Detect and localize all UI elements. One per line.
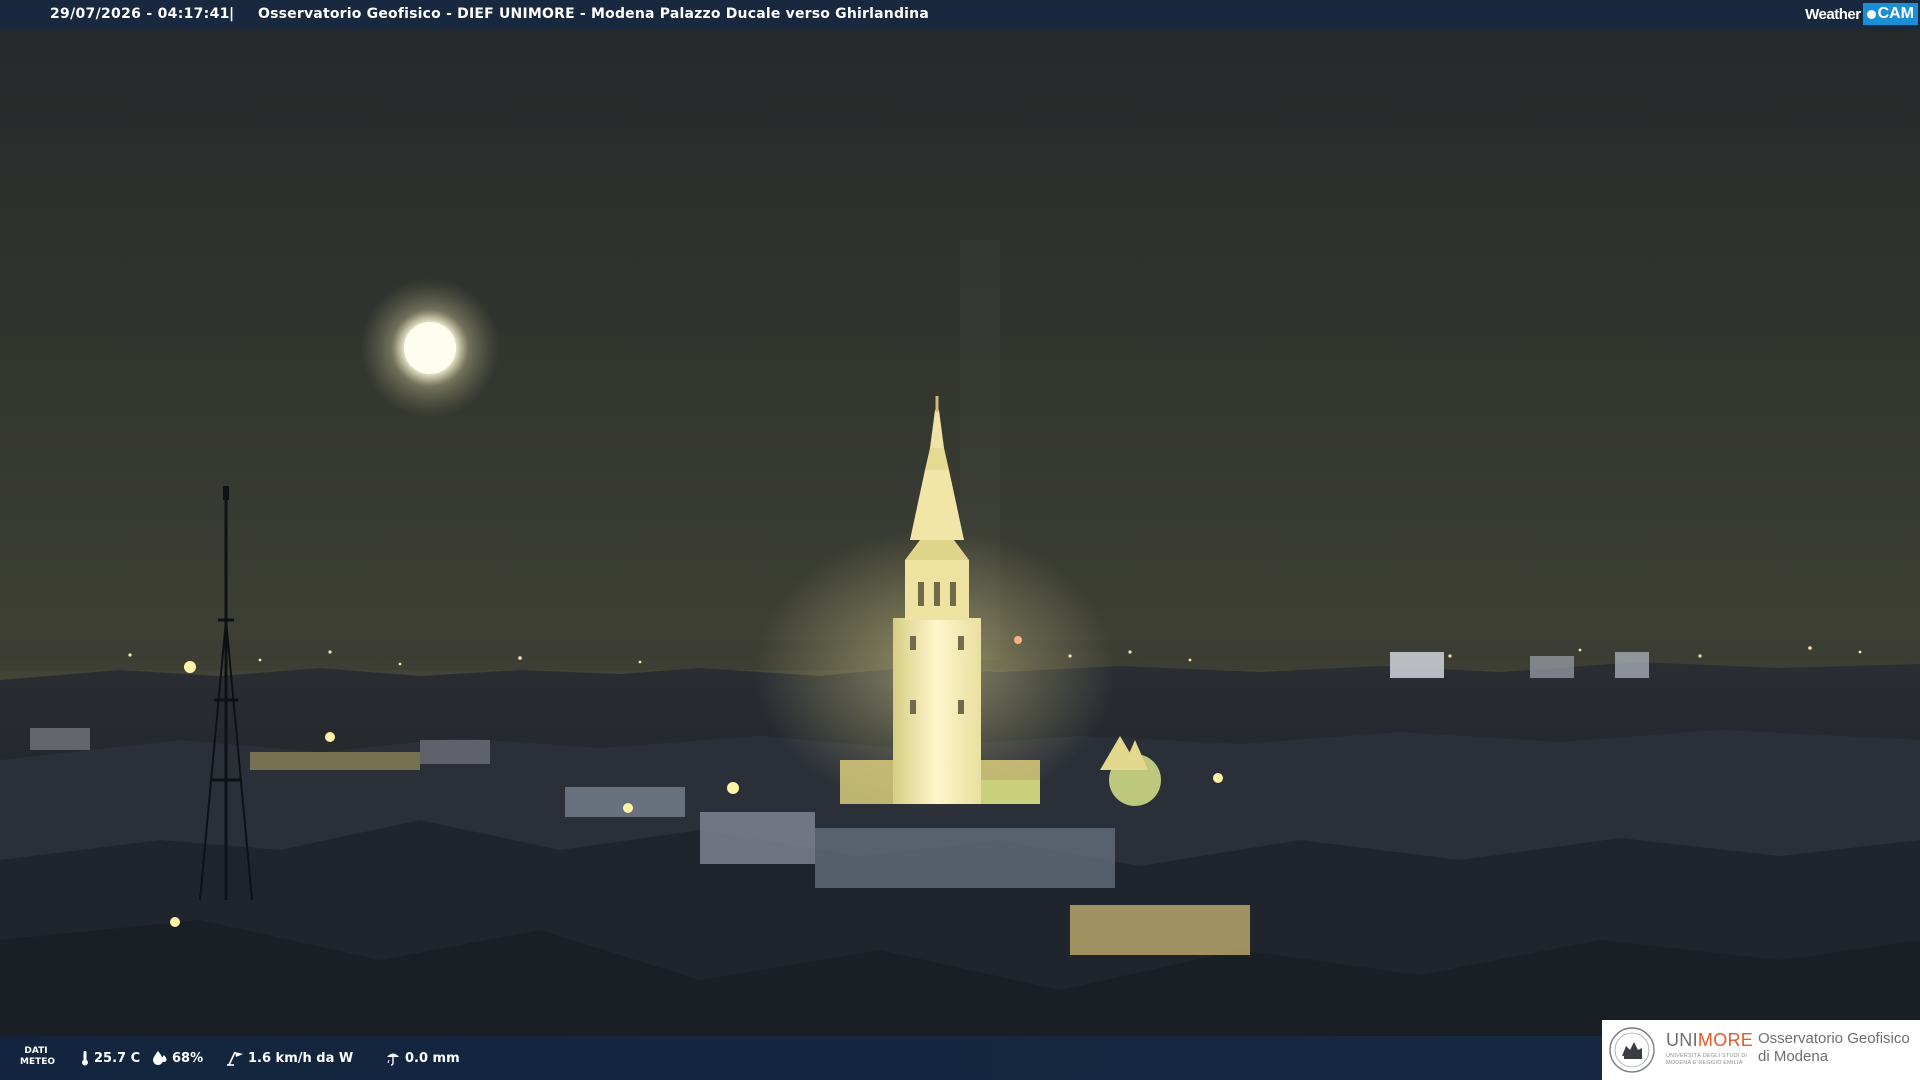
dati-meteo-label: DATI METEO	[20, 1046, 56, 1067]
separator: |	[229, 6, 235, 22]
lens-dot-icon	[1866, 9, 1876, 19]
humidity-drop-icon	[153, 1051, 167, 1065]
humidity-reading: 68%	[152, 1050, 203, 1066]
webcam-frame: 29/07/2026 - 04:17:41 | Osservatorio Geo…	[0, 0, 1920, 1080]
unimore-subtitle: UNIVERSITÀ DEGLI STUDI DI MODENA E REGGI…	[1666, 1053, 1748, 1066]
osservatorio-name: Osservatorio Geofisico di Modena	[1758, 1030, 1910, 1065]
wind-value: 1.6 km/h da W	[248, 1050, 354, 1066]
university-seal-icon	[1609, 1027, 1655, 1073]
top-info-bar: 29/07/2026 - 04:17:41 | Osservatorio Geo…	[0, 0, 1920, 29]
weathercam-logo-weather: Weather	[1805, 5, 1861, 23]
temperature-value: 25.7 C	[94, 1050, 141, 1066]
rain-reading: 0.0 mm	[385, 1050, 460, 1066]
unimore-wordmark: UNIMORE	[1666, 1030, 1754, 1050]
weathercam-logo-cam: CAM	[1877, 5, 1914, 22]
rain-gauge-icon	[387, 1053, 399, 1066]
weathercam-logo: Weather CAM	[1805, 2, 1918, 26]
humidity-value: 68%	[172, 1050, 204, 1066]
night-city-scene	[0, 0, 1920, 1080]
wind-vane-icon	[227, 1051, 243, 1066]
wind-reading: 1.6 km/h da W	[226, 1050, 353, 1066]
timestamp: 29/07/2026 - 04:17:41	[50, 6, 230, 22]
camera-title: Osservatorio Geofisico - DIEF UNIMORE - …	[258, 6, 929, 22]
temperature-reading: 25.7 C	[80, 1050, 140, 1066]
unimore-logo: UNIMORE UNIVERSITÀ DEGLI STUDI DI MODENA…	[1602, 1020, 1920, 1080]
thermometer-icon	[82, 1051, 88, 1066]
weather-data-bar: DATI METEO 25.7 C 68% 1.6 km/h da W 0.0 …	[0, 1036, 1605, 1080]
rain-value: 0.0 mm	[405, 1050, 460, 1066]
